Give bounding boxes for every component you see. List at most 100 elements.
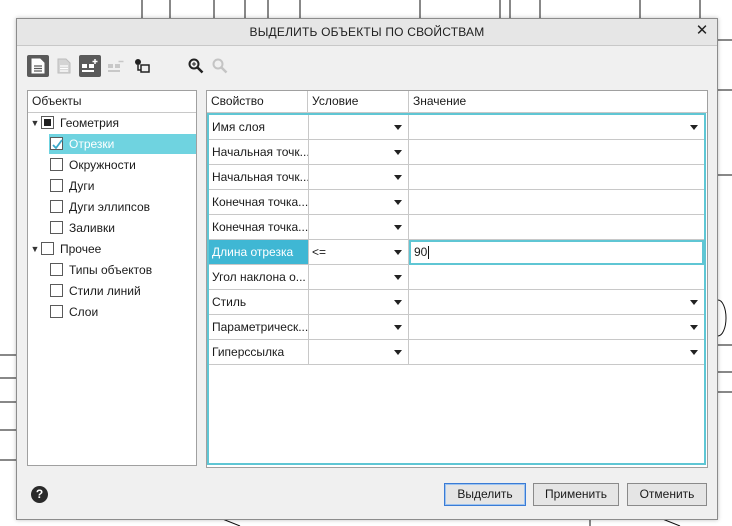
condition-dropdown[interactable] [309,265,409,290]
document-icon[interactable] [27,55,49,77]
tree-checkbox[interactable] [50,263,63,276]
condition-dropdown[interactable] [309,315,409,340]
toolbar [25,55,325,79]
tree-checkbox[interactable] [50,221,63,234]
chevron-down-icon[interactable] [394,250,402,255]
help-icon[interactable]: ? [31,486,48,503]
column-header-value[interactable]: Значение [409,91,699,112]
property-cell[interactable]: Конечная точка... [209,190,309,215]
tree-checkbox[interactable] [50,200,63,213]
select-by-properties-dialog: ВЫДЕЛИТЬ ОБЪЕКТЫ ПО СВОЙСТВАМ ✕ Объекты … [16,18,718,520]
property-cell[interactable]: Угол наклона о... [209,265,309,290]
property-cell[interactable]: Стиль [209,290,309,315]
tree-item-label: Геометрия [60,116,119,130]
tree-item-circles[interactable]: Окружности [49,155,196,175]
value-field[interactable] [409,140,704,165]
tree-checkbox[interactable] [41,116,54,129]
properties-grid: Свойство Условие Значение Имя слоя Начал… [206,90,708,468]
tree-item-arcs[interactable]: Дуги [49,176,196,196]
zoom-disabled-icon[interactable] [209,55,231,77]
chevron-down-icon[interactable] [394,125,402,130]
tree-item-object-types[interactable]: Типы объектов [49,260,196,280]
chevron-down-icon[interactable] [394,275,402,280]
text-cursor [428,246,430,260]
grid-row-start-point-y: Начальная точк... [209,165,704,190]
condition-dropdown[interactable] [309,340,409,365]
document-disabled-icon[interactable] [53,55,75,77]
chevron-down-icon[interactable] [690,350,698,355]
value-dropdown[interactable] [409,340,704,365]
close-button[interactable]: ✕ [693,22,711,40]
property-cell[interactable]: Параметрическ... [209,315,309,340]
value-dropdown[interactable] [409,290,704,315]
value-field[interactable] [409,215,704,240]
tree-item-label: Окружности [69,158,136,172]
apply-button[interactable]: Применить [533,483,619,506]
property-cell[interactable]: Начальная точк... [209,140,309,165]
tree-checkbox[interactable] [50,158,63,171]
condition-dropdown[interactable] [309,215,409,240]
cancel-button[interactable]: Отменить [627,483,707,506]
tree-item-ellipse-arcs[interactable]: Дуги эллипсов [49,197,196,217]
property-cell[interactable]: Конечная точка... [209,215,309,240]
select-button[interactable]: Выделить [444,483,526,506]
value-input[interactable]: 90 [409,240,704,265]
value-dropdown[interactable] [409,115,704,140]
condition-dropdown[interactable] [309,140,409,165]
chevron-down-icon[interactable] [394,225,402,230]
zoom-icon[interactable] [185,55,207,77]
tree-item-label: Прочее [60,242,102,256]
chevron-down-icon[interactable] [394,200,402,205]
property-cell[interactable]: Имя слоя [209,115,309,140]
tree-checkbox[interactable] [50,284,63,297]
chevron-down-icon[interactable] [394,150,402,155]
remove-filter-icon[interactable] [105,55,127,77]
grid-row-layer-name: Имя слоя [209,115,704,140]
chevron-down-icon[interactable] [690,325,698,330]
column-header-property[interactable]: Свойство [207,91,307,112]
condition-value: <= [312,245,327,259]
tree-item-label: Дуги эллипсов [69,200,151,214]
chevron-down-icon[interactable] [394,325,402,330]
property-cell[interactable]: Начальная точк... [209,165,309,190]
condition-dropdown[interactable] [309,190,409,215]
column-header-condition[interactable]: Условие [308,91,408,112]
condition-dropdown[interactable] [309,290,409,315]
tree-item-lines[interactable]: Отрезки [49,134,196,154]
tree-item-geometry[interactable]: ▼ Геометрия [28,113,196,133]
expand-triangle-icon[interactable]: ▼ [30,239,40,259]
condition-dropdown[interactable] [309,115,409,140]
grid-row-hyperlink: Гиперссылка [209,340,704,365]
value-field[interactable] [409,265,704,290]
chevron-down-icon[interactable] [690,125,698,130]
add-filter-icon[interactable] [79,55,101,77]
condition-dropdown[interactable]: <= [309,240,409,265]
tree-item-label: Дуги [69,179,95,193]
property-cell[interactable]: Гиперссылка [209,340,309,365]
objects-header: Объекты [28,91,196,113]
condition-dropdown[interactable] [309,165,409,190]
chevron-down-icon[interactable] [394,350,402,355]
tree-item-label: Заливки [69,221,115,235]
tree-item-layers[interactable]: Слои [49,302,196,322]
tree-checkbox[interactable] [41,242,54,255]
tree-item-line-styles[interactable]: Стили линий [49,281,196,301]
tree-item-label: Стили линий [69,284,141,298]
expand-triangle-icon[interactable]: ▼ [30,113,40,133]
tree-item-label: Слои [69,305,99,319]
grid-select-icon[interactable] [131,55,153,77]
chevron-down-icon[interactable] [394,300,402,305]
tree-item-fills[interactable]: Заливки [49,218,196,238]
chevron-down-icon[interactable] [394,175,402,180]
tree-item-other[interactable]: ▼ Прочее [28,239,196,259]
value-dropdown[interactable] [409,315,704,340]
tree-checkbox[interactable] [50,305,63,318]
chevron-down-icon[interactable] [690,300,698,305]
property-cell[interactable]: Длина отрезка [209,240,309,265]
value-field[interactable] [409,190,704,215]
tree-checkbox[interactable] [50,137,63,150]
value-field[interactable] [409,165,704,190]
grid-row-parametric: Параметрическ... [209,315,704,340]
tree-checkbox[interactable] [50,179,63,192]
grid-body: Имя слоя Начальная точк... Начальная точ… [207,113,706,465]
